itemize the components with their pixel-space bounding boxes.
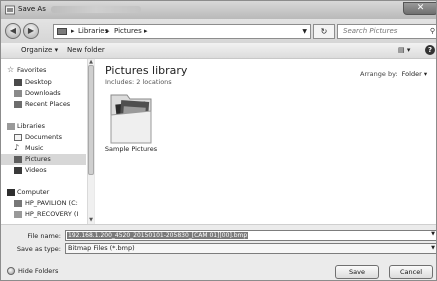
window-title: Save As [18, 5, 46, 13]
chevron-down-icon[interactable]: ▼ [431, 231, 435, 237]
save-type-value: Bitmap Files (*.bmp) [68, 244, 135, 252]
arrange-by-value[interactable]: Folder ▾ [402, 70, 427, 78]
address-row: ◀ ▶ ▸ Libraries ▸ Pictures ▸ ▼ ↻ Search … [1, 19, 436, 43]
nav-item-music[interactable]: ♪ Music [1, 143, 86, 154]
folder-label[interactable]: Sample Pictures [101, 145, 161, 153]
library-subtitle[interactable]: Includes: 2 locations [105, 78, 172, 86]
arrange-by[interactable]: Arrange by: Folder ▾ [360, 70, 427, 78]
forward-button[interactable]: ▶ [23, 23, 39, 39]
music-icon: ♪ [14, 143, 20, 152]
drive-icon [14, 211, 22, 218]
search-placeholder: Search Pictures [343, 27, 398, 35]
save-type-select[interactable]: Bitmap Files (*.bmp) ▼ [65, 243, 436, 254]
filename-input[interactable]: 192.168.1.200_4520_20150101-205830_[CAM … [65, 230, 436, 241]
breadcrumb-pictures[interactable]: Pictures [114, 25, 142, 38]
organize-button[interactable]: Organize ▾ [21, 46, 58, 54]
libraries-icon [7, 123, 15, 130]
pictures-icon [14, 156, 22, 163]
nav-item-recent-places[interactable]: Recent Places [1, 99, 86, 110]
save-form: File name: 192.168.1.200_4520_20150101-2… [1, 224, 436, 280]
nav-item-desktop[interactable]: Desktop [1, 77, 86, 88]
nav-item-downloads[interactable]: Downloads [1, 88, 86, 99]
computer-icon [7, 189, 15, 196]
folder-icon[interactable] [105, 89, 157, 149]
search-icon: ⚲ [429, 27, 435, 35]
downloads-icon [14, 90, 22, 97]
chevron-down-icon[interactable]: ▼ [431, 244, 435, 253]
collapse-icon [7, 267, 15, 275]
library-title: Pictures library [105, 64, 188, 77]
breadcrumb-separator: ▸ [106, 27, 110, 35]
save-as-dialog: Save As ✕ ◀ ▶ ▸ Libraries ▸ Pictures ▸ ▼… [0, 0, 437, 281]
back-button[interactable]: ◀ [5, 23, 21, 39]
new-folder-button[interactable]: New folder [67, 46, 105, 54]
arrange-by-label: Arrange by: [360, 70, 398, 78]
address-bar[interactable]: ▸ Libraries ▸ Pictures ▸ ▼ [53, 24, 311, 39]
navigation-pane: ☆ Favorites Desktop Downloads Recent Pla… [1, 59, 94, 224]
scroll-down-icon[interactable]: ▼ [88, 217, 94, 223]
nav-item-videos[interactable]: Videos [1, 165, 86, 176]
nav-header-computer[interactable]: Computer [1, 187, 86, 198]
libraries-icon [57, 28, 67, 35]
save-button[interactable]: Save [335, 265, 379, 279]
save-type-label: Save as type: [16, 245, 61, 253]
nav-item-pictures[interactable]: Pictures [1, 154, 86, 165]
cancel-button[interactable]: Cancel [389, 265, 433, 279]
filename-label: File name: [27, 232, 61, 240]
toolbar: Organize ▾ New folder ▤ ▾ ? [1, 43, 436, 59]
nav-item-documents[interactable]: Documents [1, 132, 86, 143]
breadcrumb-libraries[interactable]: Libraries [78, 25, 108, 38]
close-button[interactable]: ✕ [403, 2, 436, 15]
address-dropdown-icon[interactable]: ▼ [302, 25, 307, 38]
save-as-icon [5, 5, 15, 15]
filename-value: 192.168.1.200_4520_20150101-205830_[CAM … [67, 232, 249, 239]
help-icon[interactable]: ? [425, 45, 435, 55]
content-area: Pictures library Includes: 2 locations A… [95, 59, 436, 224]
search-input[interactable]: Search Pictures ⚲ [337, 24, 436, 39]
title-bar: Save As ✕ [1, 1, 436, 19]
refresh-button[interactable]: ↻ [313, 24, 335, 39]
nav-header-favorites[interactable]: ☆ Favorites [1, 65, 86, 76]
nav-item-hp-pavilion[interactable]: HP_PAVILION (C: [1, 198, 86, 209]
blurred-title-region [51, 6, 141, 13]
breadcrumb-separator: ▸ [71, 27, 75, 35]
star-icon: ☆ [7, 65, 15, 74]
nav-item-hp-recovery[interactable]: HP_RECOVERY (I [1, 209, 86, 220]
refresh-icon: ↻ [320, 27, 328, 36]
desktop-icon [14, 79, 22, 86]
recent-places-icon [14, 101, 22, 108]
hide-folders-label: Hide Folders [18, 267, 59, 275]
scrollbar-thumb[interactable] [88, 65, 94, 175]
views-button[interactable]: ▤ ▾ [398, 46, 410, 54]
nav-scrollbar[interactable]: ▲ ▼ [87, 59, 94, 224]
videos-icon [14, 167, 22, 174]
nav-header-libraries[interactable]: Libraries [1, 121, 86, 132]
drive-icon [14, 200, 22, 207]
documents-icon [14, 134, 22, 141]
breadcrumb-separator: ▸ [144, 27, 148, 35]
hide-folders-button[interactable]: Hide Folders [7, 267, 58, 275]
